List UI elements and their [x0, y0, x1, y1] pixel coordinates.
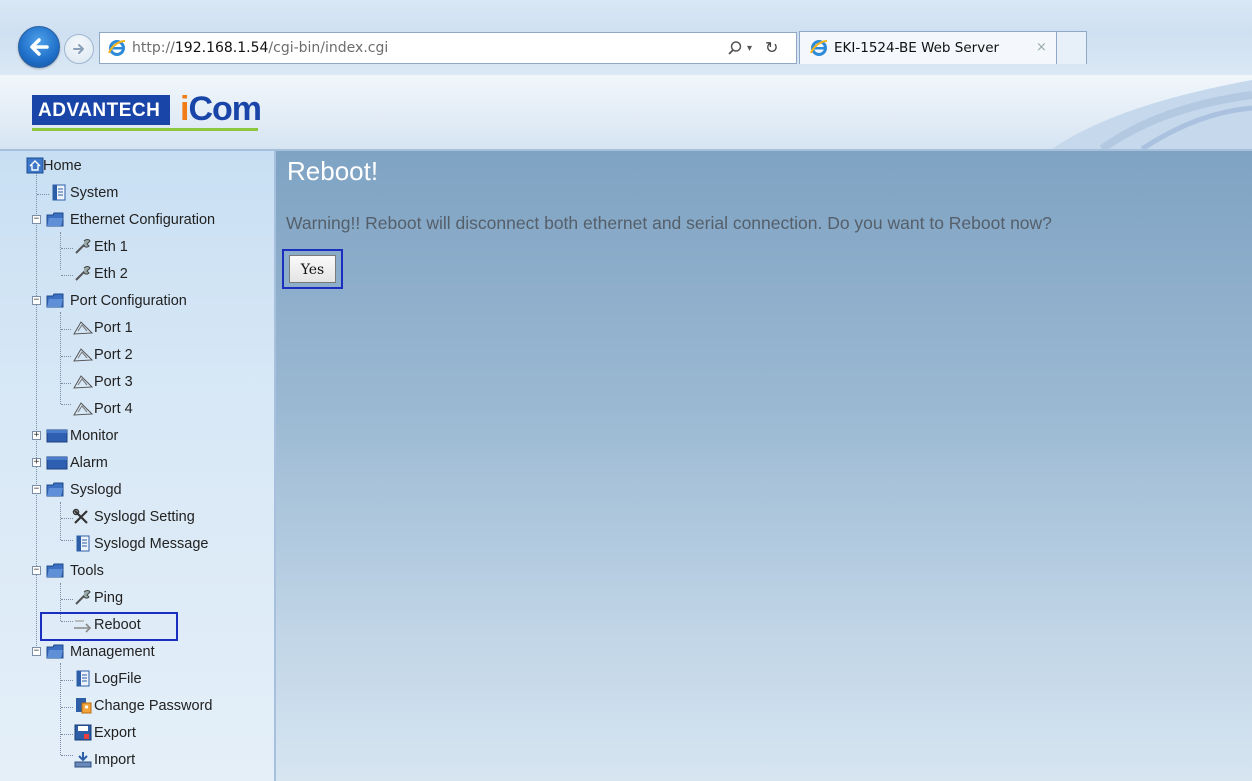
- arrow-left-icon: [30, 38, 49, 56]
- address-bar[interactable]: http://192.168.1.54/cgi-bin/index.cgi ▾ …: [99, 32, 797, 64]
- collapse-icon[interactable]: −: [32, 215, 41, 224]
- sidebar-tree: Home System − Ethernet Configuration Eth…: [0, 151, 276, 781]
- back-button[interactable]: [18, 26, 60, 68]
- close-icon[interactable]: ×: [1036, 40, 1047, 55]
- browser-chrome: http://192.168.1.54/cgi-bin/index.cgi ▾ …: [0, 0, 1252, 75]
- tree-line: [61, 329, 71, 330]
- tree-line: [37, 194, 49, 195]
- selection-highlight: [40, 612, 178, 641]
- tools-icon: [72, 508, 88, 524]
- tree-line: [61, 383, 71, 384]
- folder-open-icon: [46, 644, 64, 659]
- home-icon: [26, 157, 44, 174]
- tree-line: [36, 168, 37, 656]
- tree-line: [61, 734, 73, 735]
- collapse-icon[interactable]: −: [32, 566, 41, 575]
- collapse-icon[interactable]: −: [32, 647, 41, 656]
- wrench-icon: [75, 590, 91, 605]
- port-icon: [73, 402, 94, 416]
- tree-line: [61, 248, 73, 249]
- folder-icon: [46, 456, 68, 470]
- folder-icon: [46, 429, 68, 443]
- tree-line: [61, 755, 73, 756]
- refresh-icon[interactable]: ↻: [765, 38, 778, 57]
- folder-open-icon: [46, 563, 64, 578]
- wrench-icon: [75, 266, 91, 281]
- tab-title: EKI-1524-BE Web Server: [834, 40, 1000, 56]
- new-tab-button[interactable]: [1057, 31, 1087, 64]
- ie-icon: [108, 40, 126, 56]
- decorative-swoosh: [1052, 80, 1252, 149]
- save-icon: [74, 724, 92, 741]
- search-icon[interactable]: [727, 40, 743, 56]
- tree-line: [61, 599, 73, 600]
- document-icon: [76, 535, 90, 552]
- tab-active[interactable]: EKI-1524-BE Web Server ×: [799, 31, 1057, 64]
- tree-line: [60, 663, 61, 755]
- folder-open-icon: [46, 482, 64, 497]
- forward-button[interactable]: [64, 34, 94, 64]
- collapse-icon[interactable]: −: [32, 485, 41, 494]
- password-icon: [76, 698, 92, 714]
- main-content: Reboot! Warning!! Reboot will disconnect…: [276, 151, 1252, 781]
- port-icon: [73, 375, 94, 389]
- warning-message: Warning!! Reboot will disconnect both et…: [286, 213, 1052, 233]
- yes-button[interactable]: Yes: [289, 255, 336, 283]
- chevron-down-icon[interactable]: ▾: [747, 43, 752, 54]
- expand-icon[interactable]: +: [32, 431, 41, 440]
- document-icon: [52, 184, 66, 201]
- url-text: http://192.168.1.54/cgi-bin/index.cgi: [132, 40, 389, 56]
- tree-line: [60, 232, 61, 270]
- document-icon: [76, 670, 90, 687]
- tree-line: [61, 356, 71, 357]
- wrench-icon: [75, 239, 91, 254]
- port-icon: [73, 348, 94, 362]
- port-icon: [73, 321, 94, 335]
- arrow-right-icon: [73, 44, 84, 54]
- tree-line: [61, 707, 73, 708]
- tree-line: [61, 275, 73, 276]
- page-header: ADVANTECH iCom: [0, 75, 1252, 151]
- tree-line: [61, 540, 73, 541]
- import-icon: [74, 752, 92, 768]
- tree-line: [61, 404, 71, 405]
- tree-line: [61, 680, 73, 681]
- tree-line: [60, 502, 61, 540]
- tree-line: [60, 312, 61, 404]
- folder-open-icon: [46, 212, 64, 227]
- page-title: Reboot!: [287, 156, 379, 186]
- folder-open-icon: [46, 293, 64, 308]
- ie-icon: [810, 40, 828, 56]
- expand-icon[interactable]: +: [32, 458, 41, 467]
- collapse-icon[interactable]: −: [32, 296, 41, 305]
